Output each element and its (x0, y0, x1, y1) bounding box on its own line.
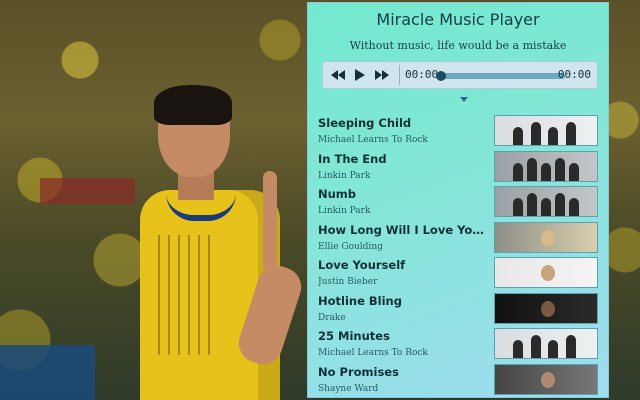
player-subtitle: Without music, life would be a mistake (349, 39, 567, 52)
artist-name: Michael Learns To Rock (318, 135, 428, 145)
playlist-toggle-caret-icon[interactable] (460, 97, 468, 102)
album-thumbnail (494, 328, 598, 359)
song-title: Hotline Bling (318, 293, 402, 308)
player-title: Miracle Music Player (376, 10, 540, 29)
thumbnail-face (541, 265, 555, 281)
thumbnail-figure (513, 198, 523, 216)
rewind-icon (331, 70, 345, 80)
thumbnail-figure (513, 127, 523, 145)
playlist-item[interactable]: Hotline Bling Drake (308, 291, 608, 327)
jersey-stripes (150, 235, 210, 355)
thumbnail-figure (513, 340, 523, 358)
hair (154, 85, 232, 125)
playlist-item[interactable]: How Long Will I Love You... Ellie Gouldin… (308, 220, 608, 256)
album-thumbnail (494, 257, 598, 288)
album-thumbnail (494, 115, 598, 146)
thumbnail-figure (527, 157, 537, 181)
stadium-sign (0, 345, 95, 400)
artist-name: Linkin Park (318, 170, 371, 181)
thumbnail-figure (513, 162, 523, 181)
playlist-item[interactable]: In The End Linkin Park (308, 149, 608, 185)
play-button[interactable] (351, 67, 369, 83)
thumbnail-figure (541, 162, 551, 181)
artist-name: Ellie Goulding (318, 241, 383, 252)
thumbnail-figure (548, 340, 558, 358)
thumbnail-face (541, 371, 555, 388)
music-player-panel: Miracle Music Player Without music, life… (307, 2, 609, 398)
current-time: 00:00 (405, 68, 439, 81)
next-track-button[interactable] (373, 67, 391, 83)
thumbnail-figure (530, 335, 541, 358)
seek-bar-handle[interactable] (436, 71, 446, 81)
song-title: 25 Minutes (318, 329, 390, 343)
artist-name: Michael Learns To Rock (318, 348, 428, 358)
thumbnail-figure (569, 198, 579, 216)
fast-forward-icon (375, 70, 389, 80)
thumbnail-figure (541, 198, 551, 216)
thumbnail-face (541, 300, 555, 317)
playlist-item[interactable]: Sleeping Child Michael Learns To Rock (308, 113, 608, 149)
raised-finger (263, 171, 277, 271)
seek-bar[interactable] (436, 71, 565, 81)
artist-name: Shayne Ward (318, 383, 379, 394)
album-thumbnail (494, 292, 598, 324)
playlist-item[interactable]: No Promises Shayne Ward (308, 362, 608, 398)
thumbnail-figure (555, 193, 565, 216)
thumbnail-figure (565, 335, 576, 358)
play-icon (355, 69, 365, 81)
thumbnail-figure (565, 122, 576, 145)
thumbnail-figure (569, 162, 579, 181)
album-thumbnail (494, 363, 598, 395)
audio-controls: 00:00 00:00 (322, 61, 598, 89)
duration: 00:00 (557, 68, 591, 81)
playlist-item[interactable]: Numb Linkin Park (308, 184, 608, 220)
album-thumbnail (494, 221, 598, 253)
artist-name: Justin Bieber (318, 277, 378, 287)
playlist: Sleeping Child Michael Learns To Rock In T… (308, 113, 608, 397)
song-title: No Promises (318, 364, 399, 379)
controls-divider (399, 65, 400, 85)
artist-name: Drake (318, 312, 346, 323)
album-thumbnail (494, 150, 598, 182)
song-title: Sleeping Child (318, 116, 412, 130)
playlist-item[interactable]: 25 Minutes Michael Learns To Rock (308, 326, 608, 362)
song-title: In The End (318, 151, 387, 166)
football-player-figure (130, 85, 310, 400)
thumbnail-figure (527, 193, 537, 216)
thumbnail-figure (548, 127, 558, 145)
album-thumbnail (494, 186, 598, 217)
artist-name: Linkin Park (318, 206, 371, 216)
crowd-banner (40, 178, 135, 204)
song-title: How Long Will I Love You... (318, 222, 490, 237)
playlist-item[interactable]: Love Yourself Justin Bieber (308, 255, 608, 291)
thumbnail-figure (555, 157, 565, 181)
thumbnail-face (541, 229, 555, 246)
previous-track-button[interactable] (329, 67, 347, 83)
song-title: Love Yourself (318, 258, 406, 272)
song-title: Numb (318, 187, 357, 201)
thumbnail-figure (530, 122, 541, 145)
